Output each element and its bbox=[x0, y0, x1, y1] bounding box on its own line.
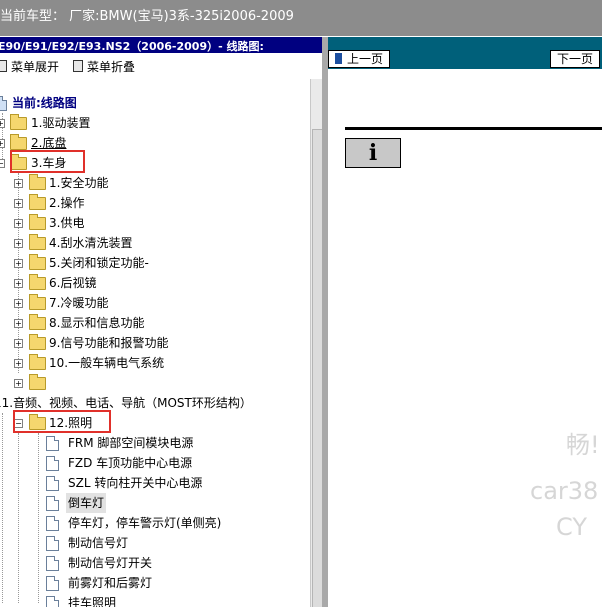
expand-toggle-icon[interactable]: + bbox=[14, 299, 23, 308]
document-icon bbox=[46, 596, 59, 607]
diagram-viewer: 上一页 下一页 i 畅! car38 CY bbox=[328, 37, 602, 607]
folder-icon bbox=[29, 314, 46, 330]
expand-toggle-icon[interactable]: + bbox=[14, 179, 23, 188]
expand-toggle-icon[interactable]: + bbox=[14, 259, 23, 268]
current-vehicle-label: 当前车型： 厂家:BMW(宝马)3系-325i2006-2009 bbox=[0, 9, 294, 24]
collapse-icon bbox=[73, 60, 83, 72]
tree-toolbar: 菜单展开 菜单折叠 bbox=[0, 55, 310, 79]
divider bbox=[345, 127, 602, 130]
expand-toggle-icon[interactable]: + bbox=[14, 199, 23, 208]
folder-icon bbox=[10, 114, 27, 130]
watermark-line-3: CY bbox=[556, 513, 587, 541]
expand-toggle-icon[interactable]: + bbox=[0, 119, 5, 128]
folder-icon bbox=[29, 334, 46, 350]
folder-icon bbox=[29, 354, 46, 370]
diagram-root-icon bbox=[0, 96, 7, 111]
expand-toggle-icon[interactable]: + bbox=[14, 279, 23, 288]
document-icon bbox=[46, 456, 59, 471]
wiring-tree: 当前:线路图 + 1.驱动装置 + 2.底盘 − 3.车身 + 1.安全功能 + bbox=[0, 83, 310, 607]
folder-icon bbox=[29, 374, 46, 390]
folder-icon bbox=[29, 194, 46, 210]
prev-page-button[interactable]: 上一页 bbox=[328, 50, 391, 68]
scrollbar-thumb[interactable] bbox=[312, 129, 322, 607]
arrow-left-icon bbox=[335, 53, 342, 64]
expand-toggle-icon[interactable]: + bbox=[0, 139, 5, 148]
document-icon bbox=[46, 516, 59, 531]
next-page-button[interactable]: 下一页 bbox=[550, 50, 601, 68]
document-icon bbox=[46, 436, 59, 451]
document-icon bbox=[46, 476, 59, 491]
wiring-tree-panel: E90/E91/E92/E93.NS2（2006-2009）- 线路图: 菜单展… bbox=[0, 37, 322, 607]
expand-toggle-icon[interactable]: + bbox=[14, 359, 23, 368]
document-icon bbox=[46, 536, 59, 551]
watermark-line-1: 畅! bbox=[566, 431, 600, 459]
highlight-box-body bbox=[10, 150, 85, 173]
folder-icon bbox=[10, 134, 27, 150]
expand-toggle-icon[interactable]: + bbox=[14, 339, 23, 348]
expand-toggle-icon[interactable]: + bbox=[14, 239, 23, 248]
document-icon bbox=[46, 576, 59, 591]
folder-icon bbox=[29, 274, 46, 290]
document-icon bbox=[46, 496, 59, 511]
tree-scrollbar[interactable] bbox=[310, 79, 322, 607]
expand-toggle-icon[interactable]: + bbox=[14, 379, 23, 388]
watermark-line-2: car38 bbox=[530, 477, 599, 505]
tree-panel-header: E90/E91/E92/E93.NS2（2006-2009）- 线路图: bbox=[0, 37, 322, 53]
folder-icon bbox=[29, 254, 46, 270]
expand-menu-button[interactable]: 菜单展开 bbox=[0, 58, 59, 75]
folder-icon bbox=[29, 174, 46, 190]
collapse-toggle-icon[interactable]: − bbox=[0, 159, 5, 168]
info-icon: i bbox=[345, 138, 401, 168]
page-nav-bar: 上一页 下一页 bbox=[328, 37, 602, 69]
document-icon bbox=[46, 556, 59, 571]
highlight-box-lighting bbox=[13, 410, 111, 433]
folder-icon bbox=[29, 294, 46, 310]
folder-icon bbox=[29, 234, 46, 250]
expand-toggle-icon[interactable]: + bbox=[14, 319, 23, 328]
folder-icon bbox=[29, 214, 46, 230]
collapse-menu-button[interactable]: 菜单折叠 bbox=[73, 58, 135, 75]
expand-toggle-icon[interactable]: + bbox=[14, 219, 23, 228]
title-bar: 当前车型： 厂家:BMW(宝马)3系-325i2006-2009 bbox=[0, 0, 602, 36]
expand-icon bbox=[0, 60, 7, 72]
